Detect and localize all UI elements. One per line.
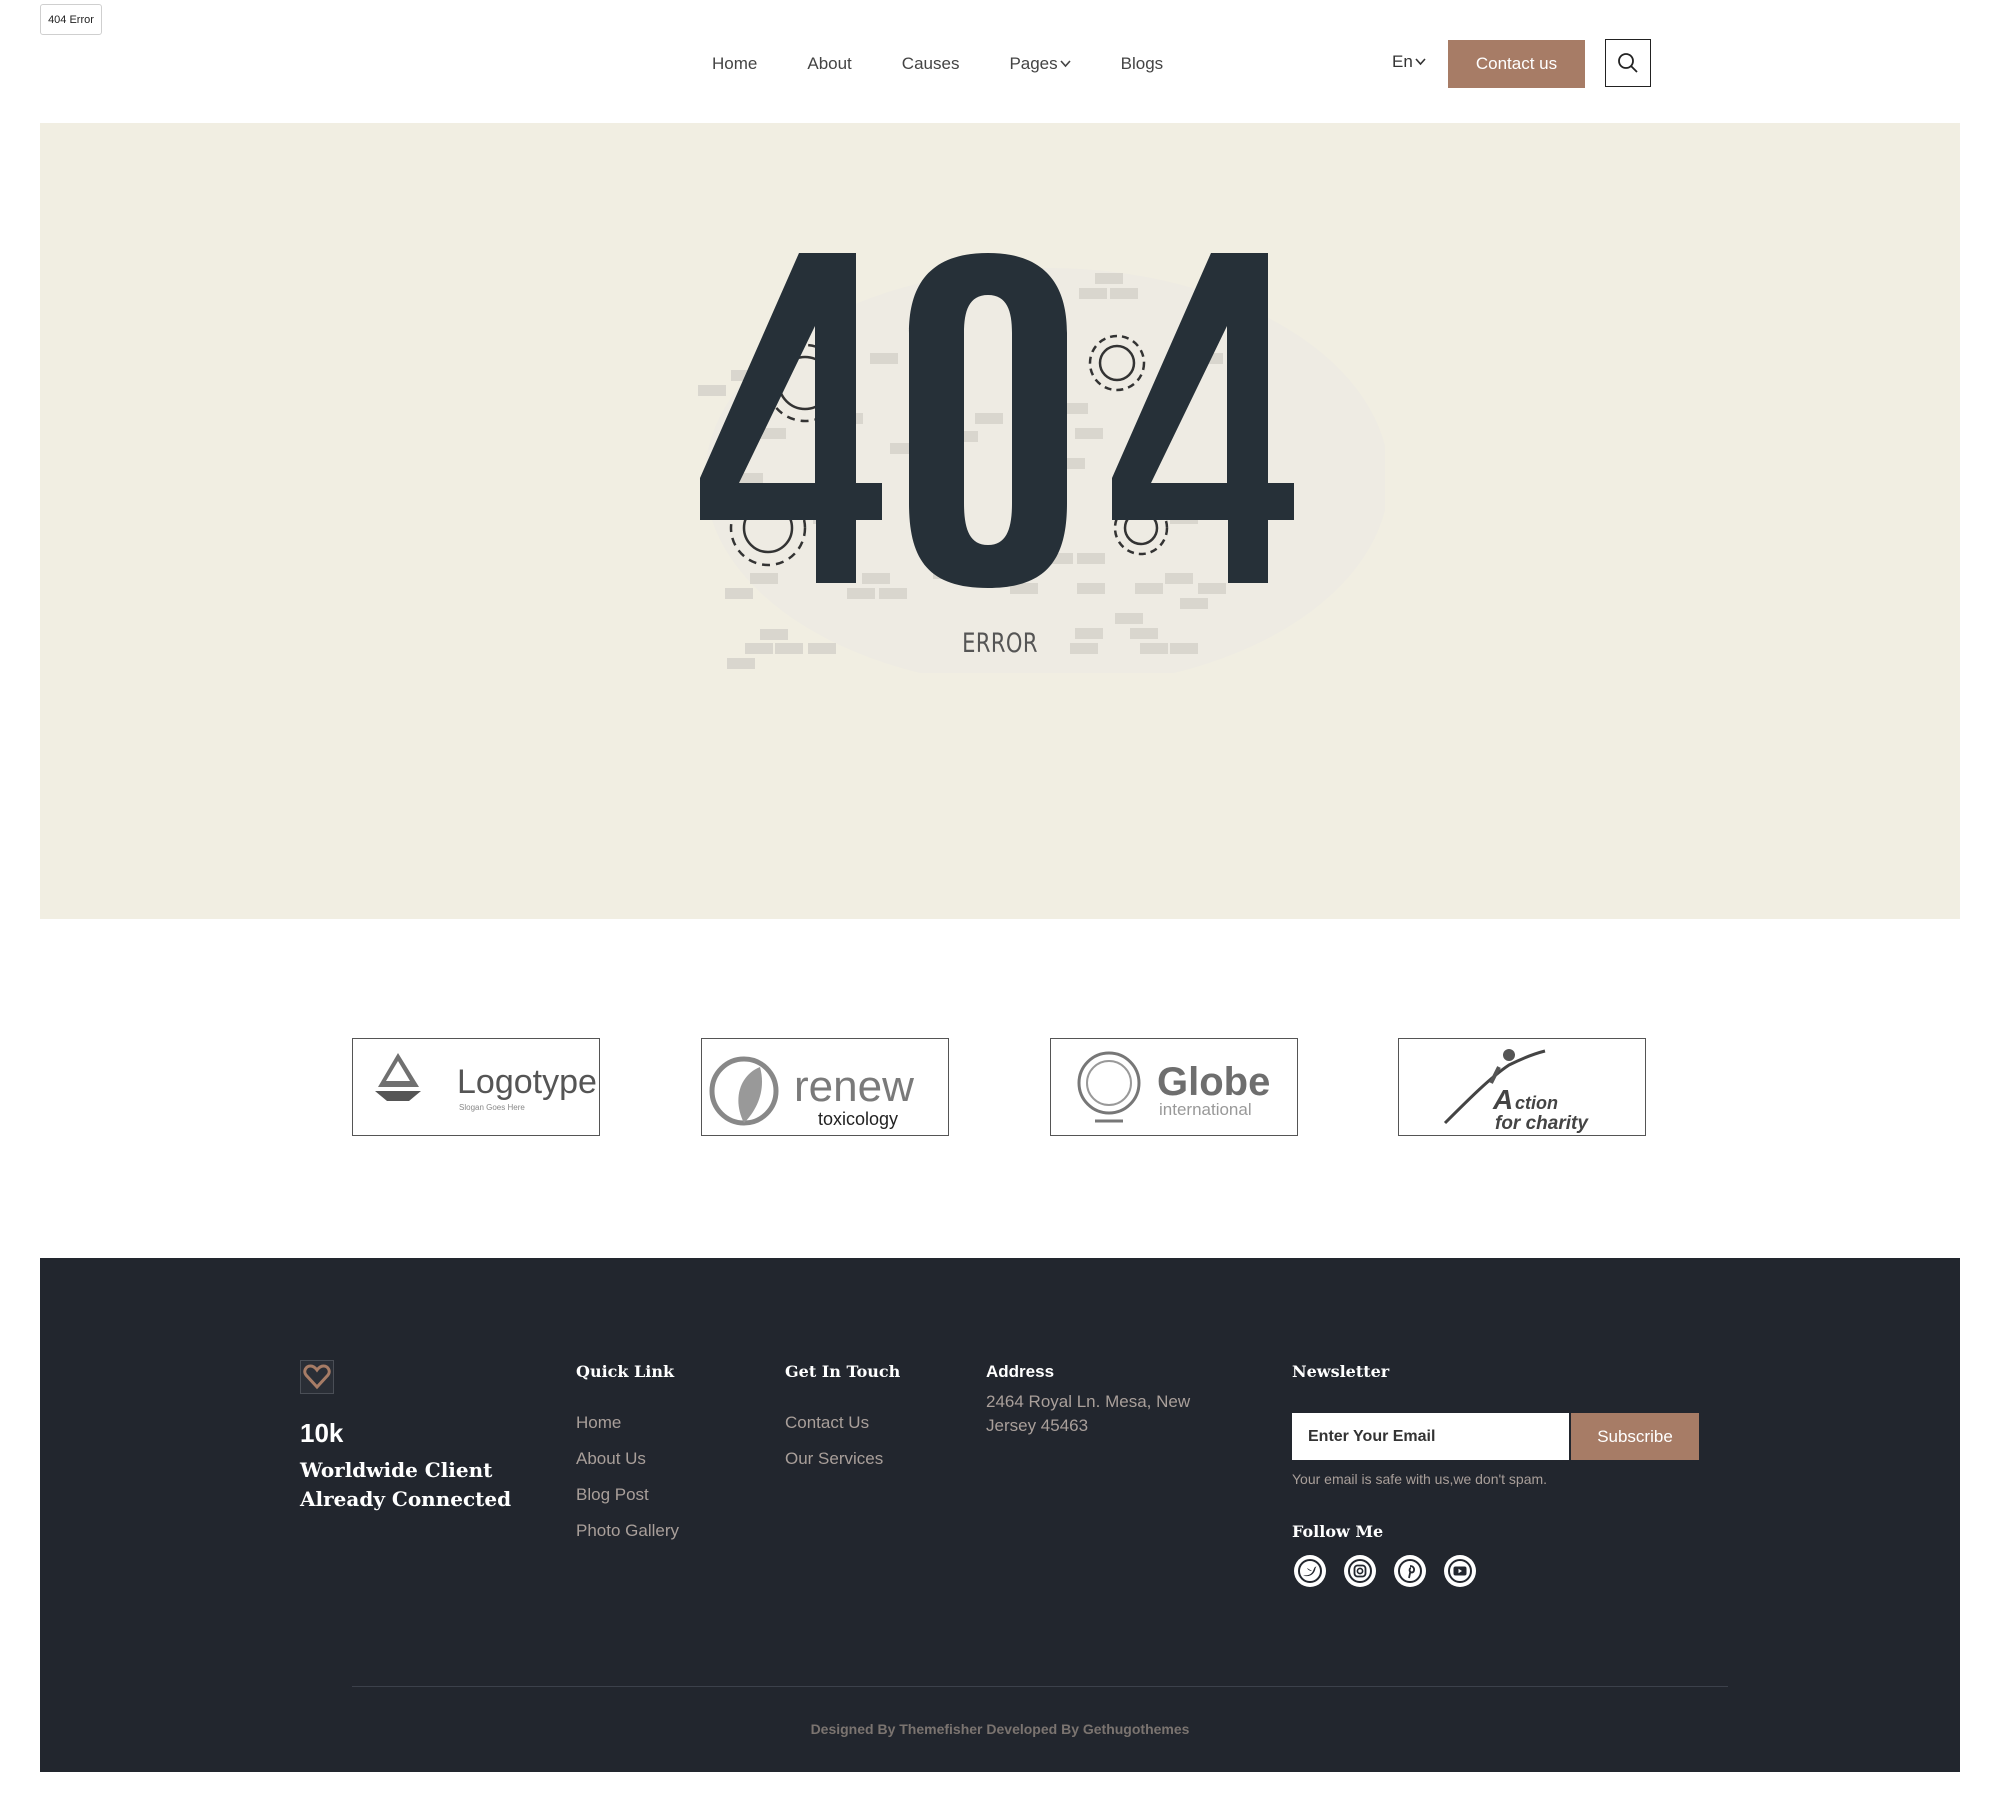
error-hero: ERROR <box>40 123 1960 919</box>
quick-link-heading: Quick Link <box>576 1362 675 1381</box>
partner-name: Logotype <box>457 1063 597 1101</box>
search-icon <box>1618 53 1638 73</box>
globe-logo: Globe international <box>1077 1051 1270 1123</box>
twitter-icon[interactable] <box>1294 1555 1326 1587</box>
footer-link-about-us[interactable]: About Us <box>576 1449 646 1469</box>
footer-divider <box>352 1686 1728 1687</box>
get-in-touch-heading: Get In Touch <box>785 1362 901 1381</box>
partner-sub: for charity <box>1495 1113 1589 1134</box>
partner-sub: international <box>1159 1100 1252 1119</box>
partner-prefix: A <box>1492 1084 1513 1115</box>
main-nav: Home About Causes Pages Blogs <box>712 49 1213 79</box>
partner-logo-renew: renew toxicology <box>701 1038 949 1136</box>
youtube-icon[interactable] <box>1444 1555 1476 1587</box>
chevron-down-icon <box>1060 60 1071 68</box>
search-button[interactable] <box>1605 39 1651 87</box>
nav-item-label: Pages <box>1009 54 1058 73</box>
footer-link-our-services[interactable]: Our Services <box>785 1449 883 1469</box>
follow-me-heading: Follow Me <box>1292 1522 1384 1541</box>
error-label: ERROR <box>962 628 1038 659</box>
newsletter-note: Your email is safe with us,we don't spam… <box>1292 1471 1548 1487</box>
pinterest-icon[interactable] <box>1394 1555 1426 1587</box>
language-label: En <box>1392 52 1413 71</box>
client-tagline: Worldwide Client Already Connected <box>300 1458 512 1511</box>
partner-sub: toxicology <box>818 1109 898 1129</box>
nav-item-label: About <box>807 54 852 73</box>
footer-link-photo-gallery[interactable]: Photo Gallery <box>576 1521 679 1541</box>
nav-item-blogs[interactable]: Blogs <box>1121 54 1164 74</box>
footer-link-contact-us[interactable]: Contact Us <box>785 1413 869 1433</box>
nav-item-pages[interactable]: Pages <box>1009 54 1071 74</box>
partner-name: ction <box>1515 1093 1558 1113</box>
nav-item-label: Home <box>712 54 758 73</box>
instagram-icon[interactable] <box>1344 1555 1376 1587</box>
404-illustration <box>698 253 1385 673</box>
site-footer <box>40 1258 1960 1772</box>
footer-link-home[interactable]: Home <box>576 1413 621 1433</box>
footer-credit: Designed By Themefisher Developed By Get… <box>810 1721 1190 1737</box>
partner-logo-action-for-charity: A ction for charity <box>1398 1038 1646 1136</box>
nav-item-causes[interactable]: Causes <box>902 54 960 74</box>
footer-link-blog-post[interactable]: Blog Post <box>576 1485 649 1505</box>
address-text: 2464 Royal Ln. Mesa, New Jersey 45463 <box>986 1392 1191 1435</box>
partner-logo-globe: Globe international <box>1050 1038 1298 1136</box>
nav-item-about[interactable]: About <box>807 54 851 74</box>
nav-item-label: Causes <box>901 54 960 73</box>
chevron-down-icon <box>1415 58 1426 66</box>
newsletter-heading: Newsletter <box>1292 1362 1390 1381</box>
newsletter-email-input[interactable] <box>1292 1413 1569 1460</box>
nav-item-label: Blogs <box>1120 54 1164 73</box>
client-count: 10k <box>300 1418 344 1448</box>
contact-us-button[interactable]: Contact us <box>1448 40 1585 88</box>
address-heading: Address <box>986 1362 1055 1381</box>
subscribe-button[interactable]: Subscribe <box>1571 1413 1699 1460</box>
page-tag-label: 404 Error <box>40 4 102 35</box>
renew-logo: renew toxicology <box>709 1056 914 1129</box>
partner-slogan: Slogan Goes Here <box>459 1103 525 1112</box>
partner-name: renew <box>794 1062 914 1111</box>
partner-name: Globe <box>1157 1060 1270 1104</box>
language-selector[interactable]: En <box>1392 52 1426 72</box>
nav-item-home[interactable]: Home <box>712 54 757 74</box>
action-for-charity-logo: A ction for charity <box>1443 1049 1589 1134</box>
heart-icon <box>300 1360 334 1394</box>
partner-logo-logotype: Logotype Slogan Goes Here <box>352 1038 600 1136</box>
logotype-logo: Logotype Slogan Goes Here <box>375 1053 597 1112</box>
